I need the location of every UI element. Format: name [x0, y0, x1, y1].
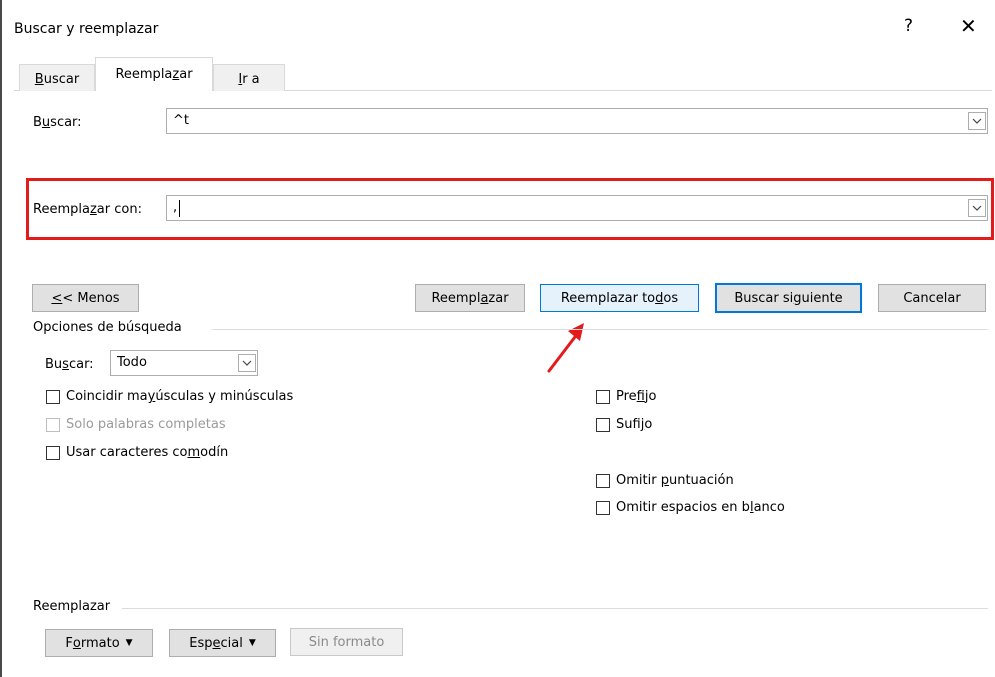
- search-direction-select[interactable]: Todo: [110, 350, 258, 376]
- tab-ir-a[interactable]: Ir a: [213, 64, 285, 91]
- no-format-button[interactable]: Sin formato: [290, 628, 403, 656]
- match-case-checkbox[interactable]: Coincidir mayúsculas y minúsculas: [46, 389, 293, 404]
- replace-button[interactable]: Reempl a zar: [415, 284, 525, 312]
- options-group-line: [212, 329, 988, 330]
- special-button[interactable]: Esp e cial ▼: [169, 629, 276, 657]
- checkbox-box[interactable]: [596, 417, 610, 432]
- tab-reemplazar[interactable]: Reemplazar: [95, 57, 213, 91]
- checkbox-box[interactable]: [46, 389, 60, 404]
- format-button[interactable]: Fo rmato ▼: [45, 629, 153, 657]
- checkbox-box[interactable]: [596, 473, 610, 488]
- options-group-title: Opciones de búsqueda: [33, 320, 182, 335]
- help-button[interactable]: ?: [904, 16, 913, 36]
- dialog-title: Buscar y reemplazar: [14, 21, 159, 37]
- tab-buscar[interactable]: Buscar: [19, 64, 95, 91]
- find-dropdown-button[interactable]: [966, 110, 986, 132]
- whole-words-checkbox[interactable]: Solo palabras completas: [46, 417, 226, 432]
- ignore-whitespace-checkbox[interactable]: Omitir espacios en blanco: [596, 500, 785, 515]
- window-left-edge: [0, 0, 2, 677]
- prefix-checkbox[interactable]: Prefijo: [596, 389, 656, 404]
- find-label: Buscar:: [33, 115, 82, 130]
- replace-label: Reemplazar con:: [33, 202, 142, 217]
- chevron-down-icon: [972, 205, 981, 211]
- checkbox-box[interactable]: [596, 500, 610, 515]
- replace-input[interactable]: ,: [173, 200, 177, 215]
- search-direction-label: Buscar:: [45, 357, 94, 372]
- ignore-punctuation-checkbox[interactable]: Omitir puntuación: [596, 473, 734, 488]
- wildcards-checkbox[interactable]: Usar caracteres comodín: [46, 445, 228, 460]
- checkbox-box[interactable]: [46, 445, 60, 460]
- less-button[interactable]: < < Menos: [32, 284, 139, 312]
- checkbox-box[interactable]: [596, 389, 610, 404]
- text-caret: [179, 200, 180, 217]
- replace-dropdown-button[interactable]: [966, 197, 986, 219]
- caret-down-icon: ▼: [125, 638, 133, 648]
- suffix-checkbox[interactable]: Sufijo: [596, 417, 652, 432]
- cancel-button[interactable]: Cancelar: [878, 284, 986, 312]
- find-next-button[interactable]: Buscar si g uiente: [715, 283, 862, 313]
- replace-group-line: [122, 608, 988, 609]
- annotation-arrow-icon: [547, 323, 584, 373]
- close-button[interactable]: ✕: [960, 14, 977, 38]
- find-input[interactable]: ^t: [173, 113, 189, 128]
- search-direction-dropdown[interactable]: [236, 352, 256, 374]
- chevron-down-icon: [242, 360, 251, 366]
- caret-down-icon: ▼: [248, 638, 256, 648]
- checkbox-box[interactable]: [46, 417, 60, 432]
- replace-group-title: Reemplazar: [33, 599, 111, 614]
- chevron-down-icon: [972, 118, 981, 124]
- find-combobox[interactable]: ^t: [166, 108, 988, 134]
- replace-all-button[interactable]: Reemplazar to d os: [540, 284, 699, 312]
- replace-combobox[interactable]: ,: [166, 195, 988, 221]
